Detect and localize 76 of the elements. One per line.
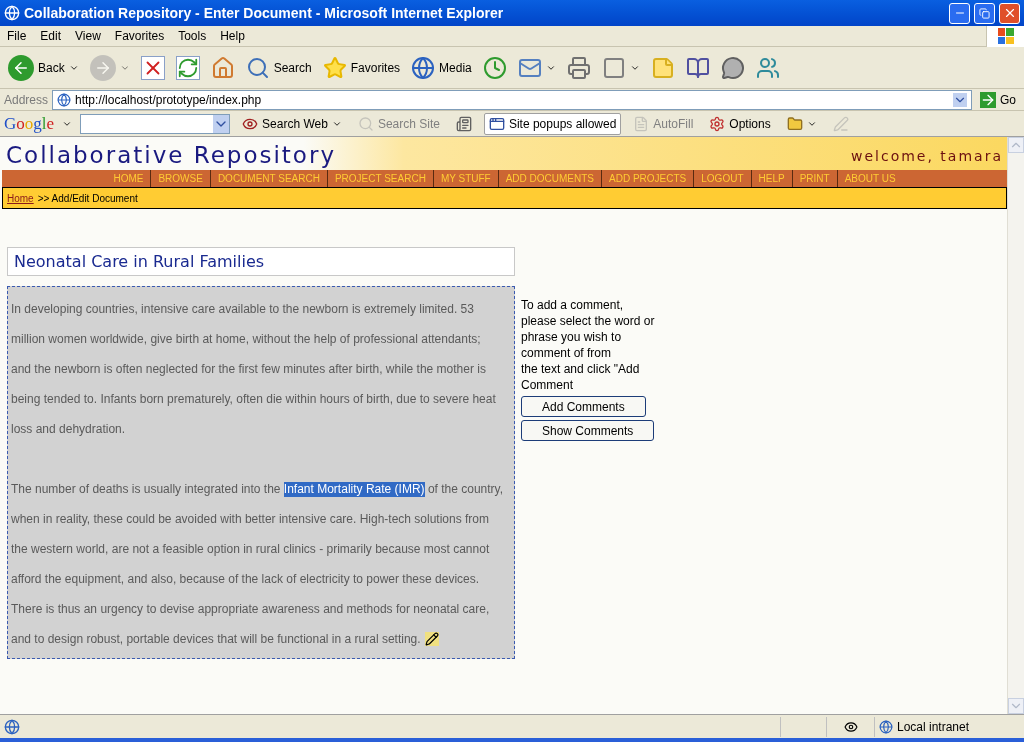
- document-title: Neonatal Care in Rural Families: [14, 250, 265, 273]
- house-icon: [210, 55, 235, 80]
- printer-icon: [566, 55, 591, 80]
- paragraph-line: the western world, are not a feasible option in rural clinics - primarily because most cannot: [11, 541, 491, 558]
- restore-button[interactable]: [974, 2, 995, 24]
- menu-item[interactable]: File: [0, 27, 34, 45]
- refresh-icon: [175, 55, 200, 80]
- paragraph-line: loss and dehydration.: [11, 421, 127, 438]
- comment-instruction-line: please select the word or: [521, 313, 655, 329]
- restore-icon: [979, 7, 990, 19]
- menu-item[interactable]: Favorites: [107, 27, 172, 45]
- paragraph-line: In developing countries, intensive care available to the newborn is extremely limited. 53: [11, 301, 475, 318]
- comment-button[interactable]: Show Comments: [521, 420, 655, 441]
- comment-instruction-line: Comment: [521, 377, 574, 393]
- globe-icon: [411, 55, 436, 80]
- site-title: Collaborative Repository: [5, 141, 336, 170]
- address-label: Address: [4, 91, 49, 109]
- paragraph-line: The number of deaths is usually integrated into the Infant Mortality Rate (IMR) of the country,: [11, 480, 505, 499]
- paragraph-line: when in reality, these could be avoided with better intensive care. High-tech solutions from: [11, 511, 491, 528]
- comment-instruction-line: the text and click "Add: [521, 361, 641, 377]
- comment-instruction-line: comment of from: [521, 345, 613, 361]
- toolbar-button[interactable]: Favorites: [318, 50, 405, 85]
- menu-item[interactable]: Edit: [33, 27, 69, 45]
- google-toolbar-button[interactable]: Site popups allowed: [483, 112, 622, 135]
- star-icon: [322, 55, 347, 80]
- people-icon: [755, 55, 780, 80]
- toolbar-button[interactable]: Media: [407, 50, 476, 85]
- address-field[interactable]: http://localhost/prototype/index.php: [52, 89, 972, 110]
- minimize-button[interactable]: [949, 2, 970, 24]
- url-text: http://localhost/prototype/index.php: [75, 91, 263, 109]
- menu-item[interactable]: Tools: [171, 27, 214, 45]
- sticky-note-icon: [650, 55, 675, 80]
- page-icon: [57, 92, 72, 107]
- speech-bubble-icon: [720, 55, 745, 80]
- options-icon: [709, 115, 726, 132]
- search-icon: [245, 55, 270, 80]
- zone-label: Local intranet: [897, 718, 970, 736]
- folder-icon: [786, 115, 803, 132]
- go-button[interactable]: Go: [976, 90, 1020, 109]
- paragraph-line: There is thus an urgency to devise appropriate awareness and methods for neonatal care,: [11, 601, 491, 618]
- pencil-icon[interactable]: [424, 632, 439, 646]
- google-search-field[interactable]: [80, 113, 231, 134]
- document-text-area[interactable]: [7, 286, 515, 659]
- clock-icon: [482, 55, 507, 80]
- comment-instruction-line: phrase you wish to: [521, 329, 623, 345]
- paragraph-line: afford the equipment, and also, because of the lack of electricity to power these devices.: [11, 571, 481, 588]
- google-logo[interactable]: Google: [4, 110, 55, 137]
- search-icon: [357, 115, 374, 132]
- paragraph-line: being tended to. Infants born prematurely, often die within hours of birth, due to severe heat: [11, 391, 497, 408]
- form-icon: [633, 115, 650, 132]
- menu-item[interactable]: Help: [213, 27, 252, 45]
- comment-instruction-line: To add a comment,: [521, 297, 625, 313]
- window-icon: [488, 115, 505, 132]
- privacy-eye-icon: [843, 719, 858, 734]
- toolbar-button[interactable]: Search: [241, 50, 316, 85]
- toolbar-button[interactable]: Back: [4, 50, 83, 85]
- paragraph-line: and the newborn is often neglected for the first few minutes after birth, while the mother is: [11, 361, 487, 378]
- comment-button[interactable]: Add Comments: [521, 396, 646, 417]
- stop-icon: [140, 55, 165, 80]
- menu-item[interactable]: View: [68, 27, 108, 45]
- google-toolbar-button[interactable]: Options: [705, 112, 775, 135]
- welcome-text: welcome, tamara: [851, 147, 1004, 166]
- browser-icon: [4, 5, 20, 21]
- paragraph-line: and to design robust, portable devices that will be functional in a rural setting.: [11, 624, 511, 654]
- books-icon: [685, 55, 710, 80]
- close-button[interactable]: [999, 2, 1020, 24]
- home-link[interactable]: Home: [7, 190, 34, 206]
- page-icon: [4, 718, 20, 735]
- pen-icon: [832, 115, 849, 132]
- square-icon: [601, 55, 626, 80]
- breadcrumb-text: >> Add/Edit Document: [37, 191, 138, 206]
- window-title: Collaboration Repository - Enter Document - Microsoft Internet Explorer: [24, 3, 504, 23]
- paragraph-line: million women worldwide, give birth at home, without the help of professional attendants;: [11, 331, 482, 348]
- google-toolbar-button[interactable]: Search Web: [238, 112, 346, 135]
- intranet-icon: [879, 719, 893, 734]
- newspaper-icon: [455, 115, 472, 132]
